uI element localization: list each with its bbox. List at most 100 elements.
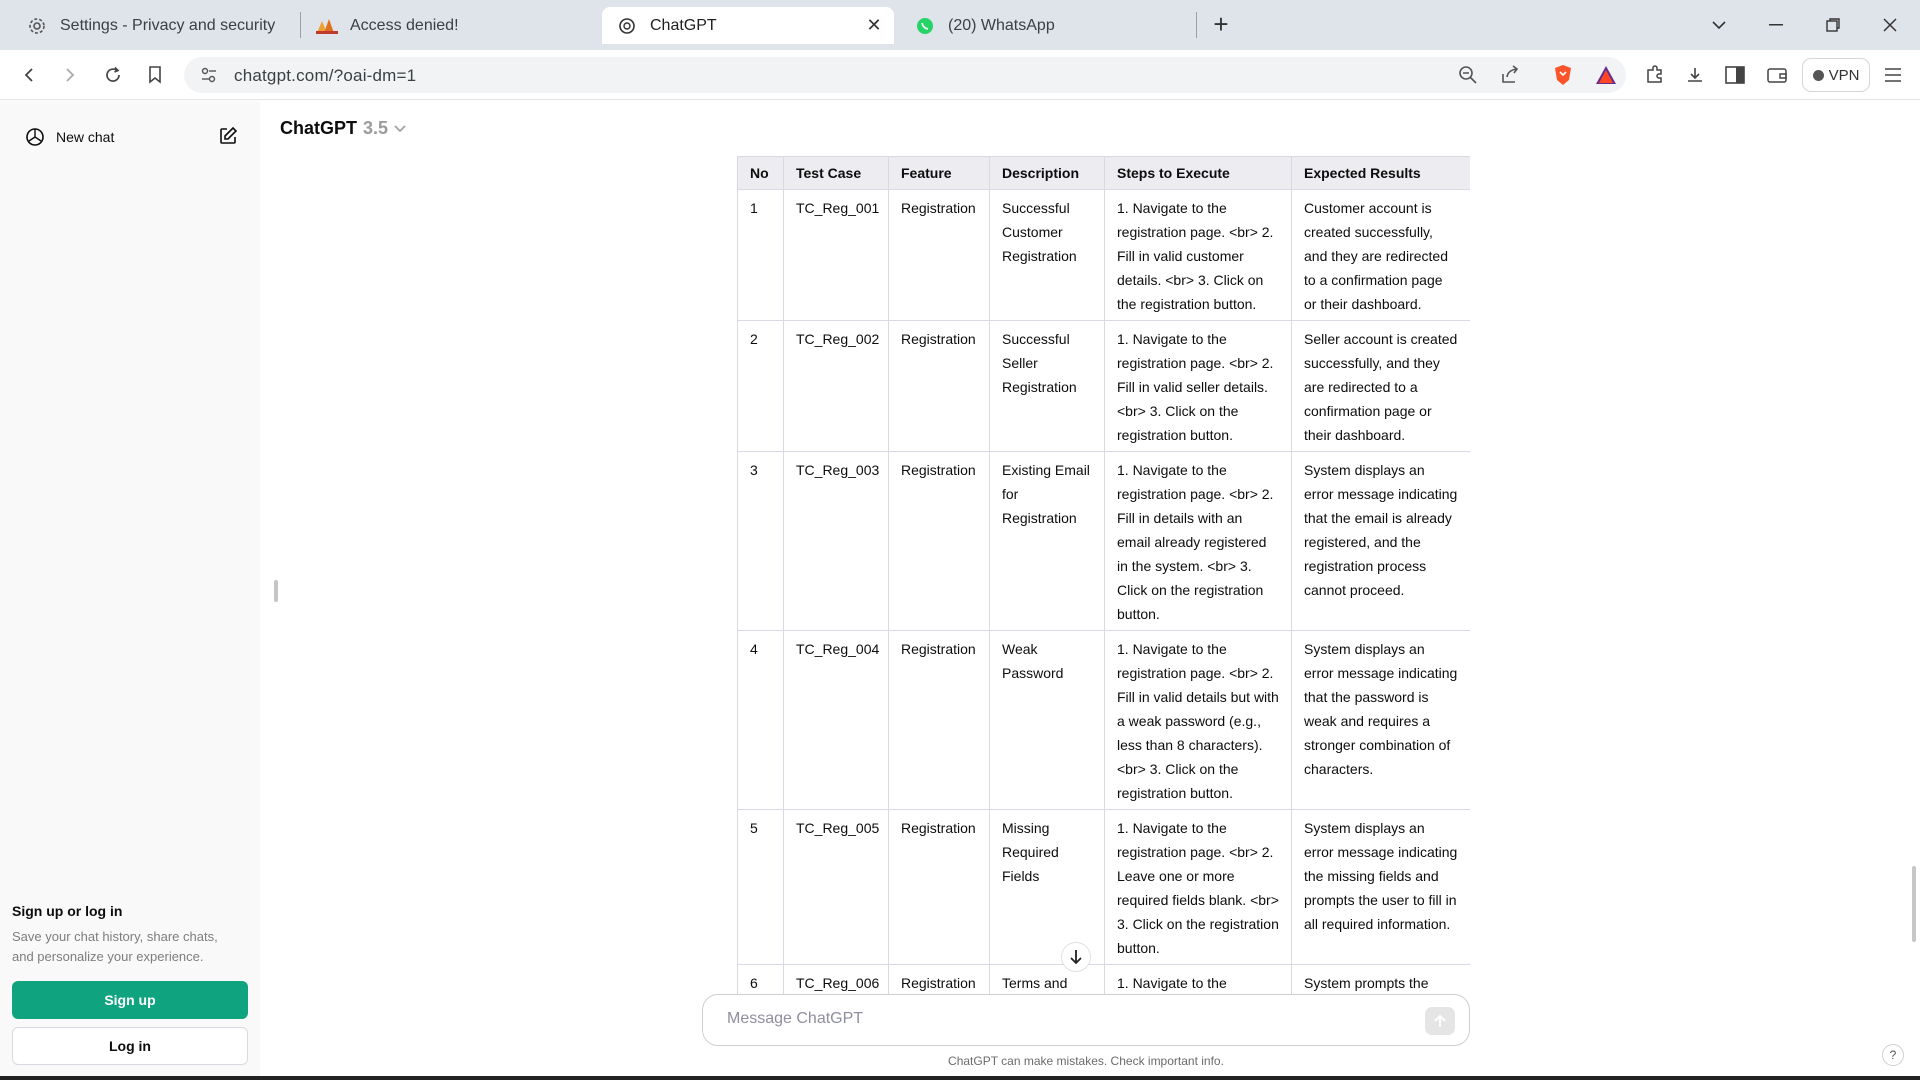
cell-description: Terms and Conditions Acceptance [989,964,1105,994]
site-settings-icon[interactable] [200,66,218,89]
tab-title: Access denied! [350,16,459,34]
back-arrow-icon[interactable] [16,62,42,88]
cell-test-case: TC_Reg_003 [783,451,889,631]
cell-feature: Registration [888,630,990,810]
tab-separator [300,12,301,38]
reload-icon[interactable] [100,62,126,88]
brave-rewards-icon[interactable] [1593,62,1619,88]
table-row: 6 TC_Reg_006 Registration Terms and Cond… [737,964,1470,994]
message-input-placeholder: Message ChatGPT [727,1010,864,1027]
cell-feature: Registration [888,809,990,965]
model-version: 3.5 [363,118,389,138]
edit-icon[interactable] [218,126,240,148]
cell-steps: 1. Navigate to the registration page. <b… [1104,809,1292,965]
minimize-icon[interactable] [1763,12,1789,38]
cell-steps: 1. Navigate to the registration page. <b… [1104,189,1292,321]
response-table-container: No Test Case Feature Description Steps t… [737,156,1470,994]
cell-test-case: TC_Reg_006 [783,964,889,994]
cell-test-case: TC_Reg_001 [783,189,889,321]
cell-no: 5 [737,809,784,965]
header-test-case: Test Case [783,156,889,190]
header-no: No [737,156,784,190]
send-button[interactable] [1425,1007,1455,1035]
new-chat-button[interactable]: New chat [12,122,248,152]
tab-access-denied[interactable]: Access denied! [302,7,592,44]
model-name: ChatGPT [280,118,358,138]
sidebar: New chat Sign up or log in Save your cha… [0,101,260,1080]
sign-up-button[interactable]: Sign up [12,981,248,1019]
cell-expected: System displays an error message indicat… [1291,451,1470,631]
openai-logo-icon [24,126,46,148]
table-row: 4 TC_Reg_004 Registration Weak Password … [737,630,1470,810]
signup-title: Sign up or log in [12,903,123,919]
window-bottom-edge [0,1076,1920,1080]
tab-title: (20) WhatsApp [948,16,1055,34]
cell-no: 6 [737,964,784,994]
arrow-down-icon [1070,950,1082,965]
header-steps: Steps to Execute [1104,156,1292,190]
table-row: 3 TC_Reg_003 Registration Existing Email… [737,451,1470,631]
download-icon[interactable] [1682,62,1708,88]
chevron-down-icon [394,122,406,136]
cell-expected: System prompts the user to accept the te… [1291,964,1470,994]
whatsapp-icon [914,15,936,37]
table-header-row: No Test Case Feature Description Steps t… [737,156,1470,190]
tab-search-chevron-icon[interactable] [1706,12,1732,38]
menu-icon[interactable] [1880,62,1906,88]
cell-feature: Registration [888,189,990,321]
cell-expected: System displays an error message indicat… [1291,809,1470,965]
signup-description: Save your chat history, share chats, and… [12,929,218,964]
bookmark-icon[interactable] [142,62,168,88]
sidebar-toggle-icon[interactable] [1722,62,1748,88]
share-icon[interactable] [1500,65,1520,90]
url-text: chatgpt.com/?oai-dm=1 [234,66,417,85]
openai-icon [616,15,638,37]
log-in-button[interactable]: Log in [12,1027,248,1065]
cell-test-case: TC_Reg_002 [783,320,889,452]
vpn-button[interactable]: VPN [1802,58,1870,92]
table-row: 1 TC_Reg_001 Registration Successful Cus… [737,189,1470,321]
gear-icon [26,15,48,37]
test-case-table: No Test Case Feature Description Steps t… [737,156,1470,994]
cell-expected: Customer account is created successfully… [1291,189,1470,321]
tab-whatsapp[interactable]: (20) WhatsApp [900,7,1190,44]
zoom-out-icon[interactable] [1458,65,1478,90]
wallet-icon[interactable] [1764,62,1790,88]
cell-feature: Registration [888,320,990,452]
tab-title: Settings - Privacy and security [60,16,276,34]
cell-description: Missing Required Fields [989,809,1105,965]
message-composer[interactable]: Message ChatGPT [702,994,1470,1046]
vpn-status-icon [1812,69,1824,81]
extensions-icon[interactable] [1642,62,1668,88]
cell-steps: 1. Navigate to the registration page. <b… [1104,320,1292,452]
cell-description: Weak Password [989,630,1105,810]
cell-no: 1 [737,189,784,321]
cell-no: 2 [737,320,784,452]
forward-arrow-icon[interactable] [57,62,83,88]
cell-test-case: TC_Reg_005 [783,809,889,965]
address-bar[interactable]: chatgpt.com/?oai-dm=1 [184,57,1626,93]
cell-description: Successful Seller Registration [989,320,1105,452]
tab-chatgpt[interactable]: ChatGPT ✕ [602,7,894,44]
cell-description: Existing Email for Registration [989,451,1105,631]
cell-no: 4 [737,630,784,810]
model-selector[interactable]: ChatGPT 3.5 [280,118,406,139]
vpn-label: VPN [1828,66,1860,84]
tab-settings[interactable]: Settings - Privacy and security [12,7,297,44]
disclaimer-text: ChatGPT can make mistakes. Check importa… [948,1054,1224,1068]
sidebar-resize-handle[interactable] [274,580,278,602]
close-icon[interactable]: ✕ [864,15,884,35]
cell-expected: Seller account is created successfully, … [1291,320,1470,452]
new-tab-button[interactable]: + [1208,11,1234,38]
table-row: 2 TC_Reg_002 Registration Successful Sel… [737,320,1470,452]
scroll-to-bottom-button[interactable] [1061,942,1091,972]
browser-tab-bar: Settings - Privacy and security Access d… [0,0,1920,50]
header-feature: Feature [888,156,990,190]
pma-icon [316,15,338,37]
window-close-icon[interactable] [1877,12,1903,38]
help-button[interactable]: ? [1882,1044,1904,1066]
brave-shield-icon[interactable] [1550,62,1576,88]
page-scrollbar[interactable] [1912,866,1916,942]
tab-title: ChatGPT [650,16,717,34]
restore-icon[interactable] [1820,12,1846,38]
